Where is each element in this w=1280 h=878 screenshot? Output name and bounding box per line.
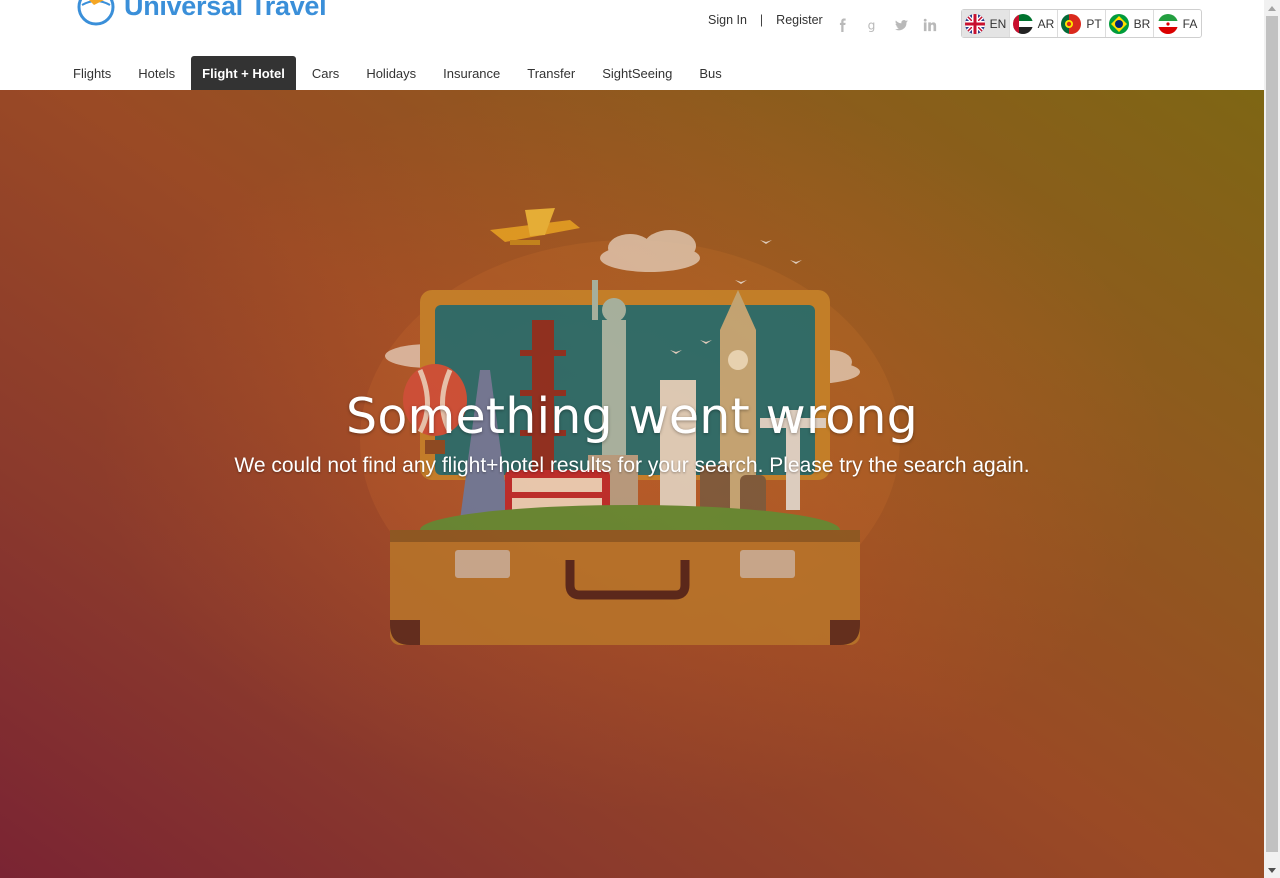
- error-hero: Something went wrong We could not find a…: [0, 90, 1264, 878]
- uae-flag-icon: [1012, 13, 1033, 34]
- lang-label: FA: [1182, 16, 1198, 31]
- uk-flag-icon: [964, 13, 985, 34]
- lang-fa[interactable]: FA: [1154, 10, 1201, 37]
- scroll-up-arrow[interactable]: [1264, 0, 1280, 16]
- scroll-down-arrow[interactable]: [1264, 862, 1280, 878]
- lang-label: BR: [1133, 16, 1151, 31]
- nav-holidays[interactable]: Holidays: [355, 56, 427, 90]
- portugal-flag-icon: [1061, 13, 1082, 34]
- lang-label: EN: [989, 16, 1007, 31]
- google-icon[interactable]: g: [863, 16, 881, 34]
- lang-label: AR: [1037, 16, 1055, 31]
- nav-flights[interactable]: Flights: [62, 56, 122, 90]
- main-nav: Flights Hotels Flight + Hotel Cars Holid…: [62, 56, 738, 90]
- page-scrollbar[interactable]: [1264, 0, 1280, 878]
- nav-sightseeing[interactable]: SightSeeing: [591, 56, 683, 90]
- lang-en[interactable]: EN: [962, 10, 1010, 37]
- linkedin-icon[interactable]: [921, 16, 939, 34]
- brand-name: Universal Travel: [124, 0, 327, 21]
- page: Universal Travel Sign In | Register g EN…: [0, 0, 1264, 878]
- brazil-flag-icon: [1108, 13, 1129, 34]
- scrollbar-thumb[interactable]: [1266, 16, 1278, 852]
- register-link[interactable]: Register: [776, 13, 823, 27]
- auth-links: Sign In | Register: [708, 13, 823, 27]
- airplane-icon: [490, 208, 580, 245]
- nav-hotels[interactable]: Hotels: [127, 56, 186, 90]
- nav-insurance[interactable]: Insurance: [432, 56, 511, 90]
- auth-separator: |: [759, 13, 764, 27]
- lang-ar[interactable]: AR: [1010, 10, 1058, 37]
- globe-plane-icon: [77, 0, 115, 26]
- nav-flight-hotel[interactable]: Flight + Hotel: [191, 56, 296, 90]
- error-title: Something went wrong: [346, 388, 918, 445]
- facebook-icon[interactable]: [834, 16, 852, 34]
- nav-bus[interactable]: Bus: [688, 56, 732, 90]
- header: Universal Travel Sign In | Register g EN…: [0, 0, 1264, 90]
- language-selector: EN AR PT BR FA: [961, 9, 1202, 38]
- nav-transfer[interactable]: Transfer: [516, 56, 586, 90]
- lang-pt[interactable]: PT: [1058, 10, 1106, 37]
- social-links: g: [834, 16, 939, 34]
- lang-br[interactable]: BR: [1106, 10, 1154, 37]
- logo[interactable]: Universal Travel: [76, 0, 327, 26]
- iran-flag-icon: [1157, 13, 1178, 34]
- nav-cars[interactable]: Cars: [301, 56, 350, 90]
- svg-text:g: g: [868, 18, 876, 32]
- twitter-icon[interactable]: [892, 16, 910, 34]
- sign-in-link[interactable]: Sign In: [708, 13, 747, 27]
- error-message: We could not find any flight+hotel resul…: [234, 454, 1030, 477]
- lang-label: PT: [1086, 16, 1102, 31]
